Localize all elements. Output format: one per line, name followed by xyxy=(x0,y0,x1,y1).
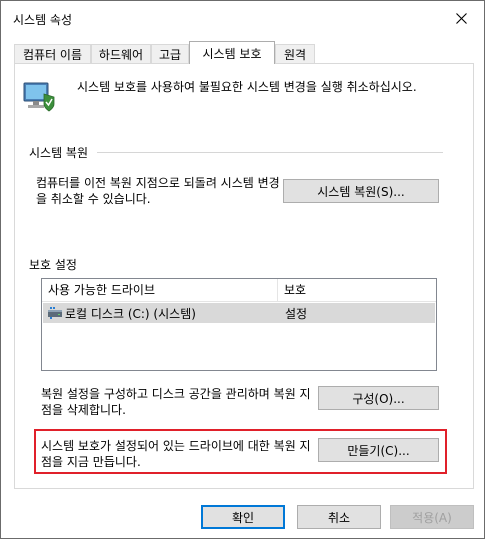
tab-label: 하드웨어 xyxy=(98,48,144,62)
column-header-drives[interactable]: 사용 가능한 드라이브 xyxy=(42,279,277,302)
cancel-button[interactable]: 취소 xyxy=(297,505,381,529)
drive-name: 로컬 디스크 (C:) (시스템) xyxy=(65,307,196,321)
tab-panel xyxy=(14,63,474,489)
tab-advanced[interactable]: 고급 xyxy=(151,44,189,64)
tab-computer-name[interactable]: 컴퓨터 이름 xyxy=(14,44,91,64)
title-bar[interactable]: 시스템 속성 xyxy=(1,1,484,37)
header-description: 시스템 보호를 사용하여 불필요한 시스템 변경을 실행 취소하십시오. xyxy=(77,80,417,94)
restore-description: 컴퓨터를 이전 복원 지점으로 되돌려 시스템 변경을 취소할 수 있습니다. xyxy=(36,176,280,206)
close-button[interactable] xyxy=(438,1,484,35)
protection-section-title: 보호 설정 xyxy=(29,258,77,272)
restore-section-title: 시스템 복원 xyxy=(29,146,89,160)
list-item[interactable]: 로컬 디스크 (C:) (시스템) 설정 xyxy=(43,303,435,323)
create-description: 시스템 보호가 설정되어 있는 드라이브에 대한 복원 지점을 지금 만듭니다. xyxy=(41,439,311,469)
column-header-protection[interactable]: 보호 xyxy=(278,279,436,302)
system-properties-window: 시스템 속성 컴퓨터 이름 하드웨어 고급 시스템 보호 원격 시스템 보호를 … xyxy=(0,0,485,539)
system-protection-icon xyxy=(23,82,55,112)
apply-button[interactable]: 적용(A) xyxy=(390,505,474,529)
tab-system-protection[interactable]: 시스템 보호 xyxy=(189,41,275,64)
tab-label: 시스템 보호 xyxy=(202,46,262,61)
section-divider xyxy=(97,152,443,153)
protection-status: 설정 xyxy=(285,307,308,321)
tab-label: 고급 xyxy=(158,48,182,62)
create-button[interactable]: 만들기(C)... xyxy=(318,438,439,462)
configure-button[interactable]: 구성(O)... xyxy=(318,386,439,410)
drive-icon xyxy=(48,307,62,319)
tab-remote[interactable]: 원격 xyxy=(275,44,315,64)
configure-description: 복원 설정을 구성하고 디스크 공간을 관리하며 복원 지점을 삭제합니다. xyxy=(41,387,311,417)
system-restore-button[interactable]: 시스템 복원(S)... xyxy=(283,179,439,203)
ok-button[interactable]: 확인 xyxy=(201,505,285,529)
tab-label: 컴퓨터 이름 xyxy=(22,48,82,62)
close-icon xyxy=(455,12,467,24)
tab-hardware[interactable]: 하드웨어 xyxy=(91,44,151,64)
window-title: 시스템 속성 xyxy=(13,13,73,27)
tab-label: 원격 xyxy=(283,48,307,62)
drive-list[interactable]: 사용 가능한 드라이브 보호 로컬 디스크 (C:) (시스템) 설정 xyxy=(41,278,437,371)
